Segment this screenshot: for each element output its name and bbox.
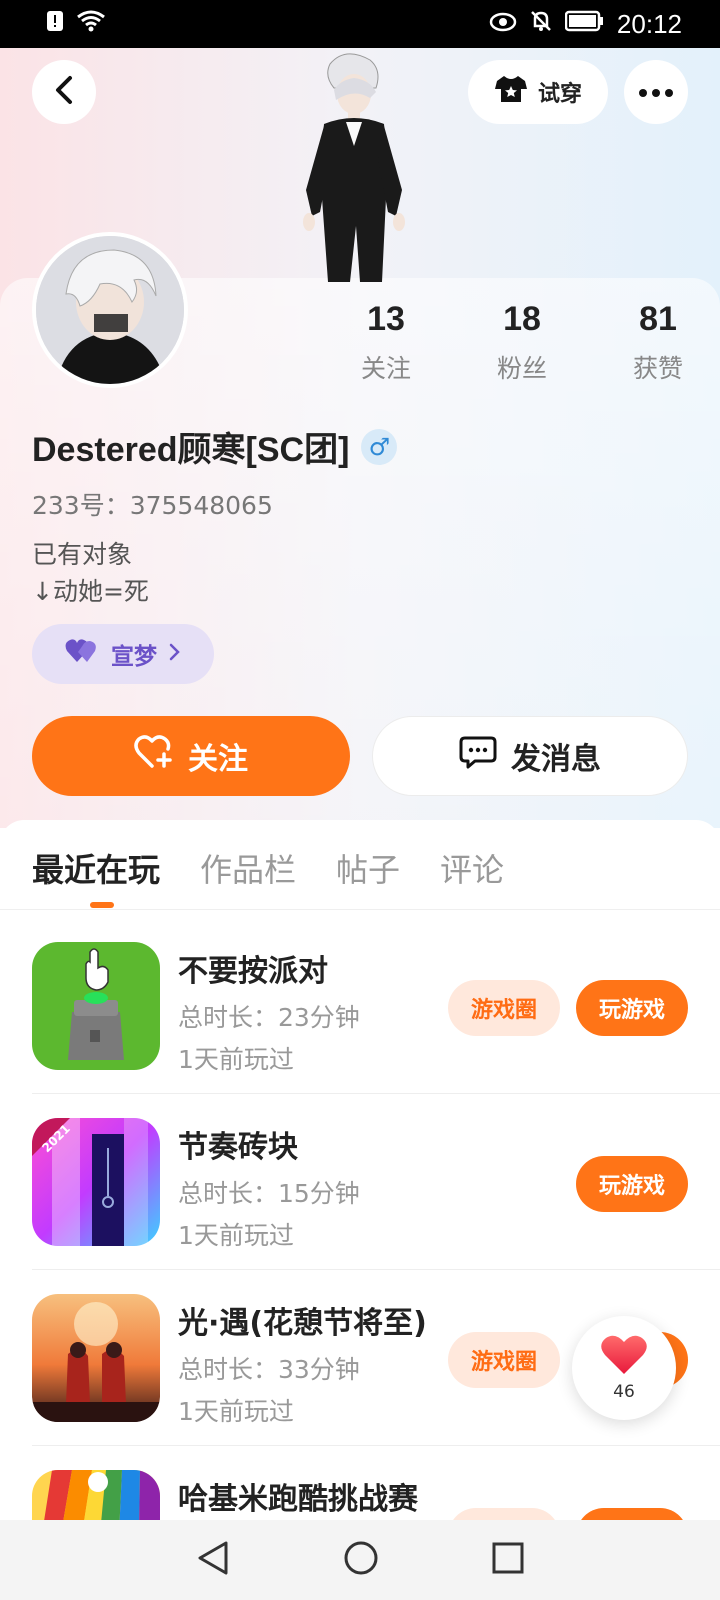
more-dots-icon — [638, 83, 674, 102]
battery-icon — [564, 10, 605, 38]
game-list-item[interactable]: 不要按派对 总时长：23分钟 1天前玩过 游戏圈 玩游戏 — [32, 918, 720, 1094]
game-duration: 总时长：23分钟 — [178, 1003, 360, 1032]
profile-tabs: 最近在玩 作品栏 帖子 评论 — [32, 845, 504, 891]
play-game-button[interactable]: 玩游戏 — [576, 980, 688, 1036]
relationship-tag-label: 宣梦 — [111, 644, 157, 670]
game-circle-button[interactable]: 游戏圈 — [448, 1332, 560, 1388]
game-icon-rhythm-tiles[interactable]: 2021 — [32, 1118, 160, 1246]
stat-following-label: 关注 — [360, 354, 411, 383]
try-on-label: 试穿 — [537, 82, 582, 107]
eye-icon — [489, 10, 517, 38]
game-title: 哈基米跑酷挑战赛 — [178, 1482, 418, 1517]
chevron-right-icon — [169, 641, 181, 667]
profile-stats: 13 关注 18 粉丝 81 获赞 — [318, 300, 720, 385]
back-button[interactable] — [32, 60, 96, 124]
nav-back-icon[interactable] — [196, 1540, 230, 1580]
status-right: 20:12 — [489, 9, 682, 40]
double-heart-icon — [65, 638, 99, 670]
active-tab-indicator — [90, 902, 114, 908]
nav-home-icon[interactable] — [343, 1540, 379, 1580]
game-last-played: 1天前玩过 — [178, 1045, 294, 1074]
avatar-3d-figure[interactable] — [290, 50, 420, 282]
game-circle-button[interactable]: 游戏圈 — [448, 980, 560, 1036]
follow-label: 关注 — [188, 742, 248, 777]
alert-icon — [46, 10, 64, 38]
nickname-row: Destered顾寒[SC团] ♂ — [32, 422, 398, 471]
status-left — [46, 10, 106, 38]
tshirt-icon — [494, 74, 528, 110]
wifi-icon — [76, 10, 106, 38]
account-id: 233号：375548065 — [32, 491, 273, 520]
heart-plus-icon — [134, 734, 174, 778]
game-duration: 总时长：15分钟 — [178, 1179, 360, 1208]
stat-followers-count: 18 — [503, 300, 541, 338]
tab-divider — [0, 909, 720, 910]
game-last-played: 1天前玩过 — [178, 1221, 294, 1250]
send-message-label: 发消息 — [511, 742, 601, 777]
like-float-button[interactable]: 46 — [572, 1316, 676, 1420]
stat-followers-label: 粉丝 — [496, 354, 547, 383]
tab-works[interactable]: 作品栏 — [200, 845, 296, 891]
profile-avatar[interactable] — [32, 232, 188, 388]
heart-icon — [600, 1334, 648, 1380]
system-nav-bar — [0, 1520, 720, 1600]
nav-recents-icon[interactable] — [492, 1542, 524, 1578]
mute-bell-icon — [529, 9, 553, 39]
gender-male-icon: ♂ — [361, 428, 398, 465]
game-icon-dont-press-party[interactable] — [32, 942, 160, 1070]
tab-posts[interactable]: 帖子 — [336, 845, 400, 891]
game-list-item[interactable]: 2021 节奏砖块 总时长：15分钟 1天前玩过 玩游戏 — [32, 1094, 720, 1270]
stat-likes-label: 获赞 — [632, 354, 683, 383]
game-last-played: 1天前玩过 — [178, 1397, 294, 1426]
follow-button[interactable]: 关注 — [32, 716, 350, 796]
bio-line-2: ↓动她=死 — [32, 577, 149, 606]
stat-following[interactable]: 13 关注 — [318, 300, 454, 385]
try-on-button[interactable]: 试穿 — [468, 60, 608, 124]
chevron-left-icon — [53, 75, 75, 109]
chat-bubble-icon — [459, 735, 497, 777]
bio-line-1: 已有对象 — [32, 540, 133, 569]
bio: 已有对象 ↓动她=死 — [32, 536, 149, 610]
stat-likes[interactable]: 81 获赞 — [590, 300, 720, 385]
game-title: 节奏砖块 — [178, 1130, 298, 1165]
game-duration: 总时长：33分钟 — [178, 1355, 360, 1384]
game-title: 光·遇(花憩节将至) — [178, 1306, 427, 1341]
game-title: 不要按派对 — [178, 954, 328, 989]
game-icon-sky[interactable] — [32, 1294, 160, 1422]
more-options-button[interactable] — [624, 60, 688, 124]
nickname: Destered顾寒[SC团] — [32, 431, 350, 469]
like-count: 46 — [613, 1382, 635, 1402]
send-message-button[interactable]: 发消息 — [372, 716, 688, 796]
stat-followers[interactable]: 18 粉丝 — [454, 300, 590, 385]
relationship-tag[interactable]: 宣梦 — [32, 624, 214, 684]
stat-following-count: 13 — [367, 300, 405, 338]
status-time: 20:12 — [616, 8, 682, 39]
play-game-button[interactable]: 玩游戏 — [576, 1156, 688, 1212]
status-bar: 20:12 — [0, 0, 720, 48]
stat-likes-count: 81 — [639, 300, 677, 338]
tab-recent-games[interactable]: 最近在玩 — [32, 845, 160, 891]
tab-comments[interactable]: 评论 — [440, 845, 504, 891]
